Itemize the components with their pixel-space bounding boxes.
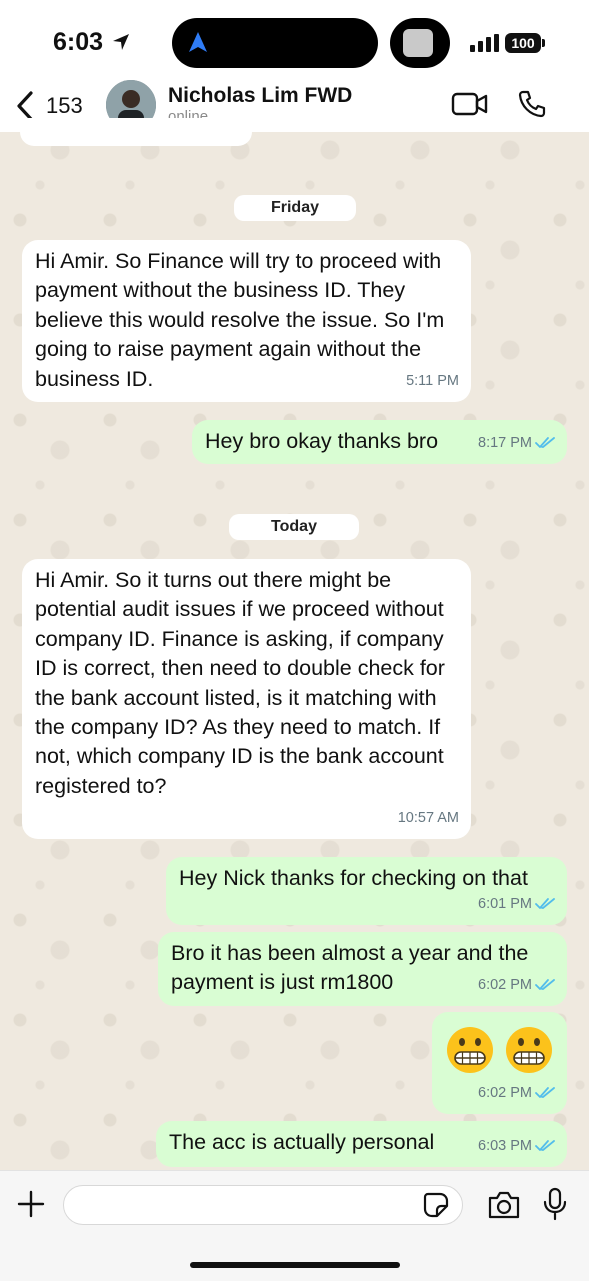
message-bubble-outgoing[interactable]: Hey Nick thanks for checking on that 6:0…	[166, 857, 567, 925]
message-bubble-outgoing[interactable]: Hey bro okay thanks bro 8:17 PM	[192, 420, 567, 464]
sticker-icon[interactable]	[423, 1192, 449, 1218]
grimacing-face-icon	[506, 1027, 552, 1073]
navigation-arrow-icon	[189, 32, 207, 52]
message-bubble-incoming[interactable]: Hi Amir. So Finance will try to proceed …	[22, 240, 471, 402]
message-time: 6:03 PM	[478, 1132, 555, 1161]
status-time: 6:03	[53, 28, 104, 56]
unread-count[interactable]: 153	[46, 93, 83, 119]
plus-icon[interactable]	[17, 1190, 45, 1218]
message-input[interactable]	[63, 1185, 463, 1225]
phone-call-icon[interactable]	[517, 89, 547, 119]
message-time: 10:57 AM	[397, 809, 459, 826]
contact-name[interactable]: Nicholas Lim FWD	[168, 84, 352, 108]
battery-icon: 100	[505, 33, 541, 53]
double-check-icon	[535, 1086, 555, 1098]
message-time: 8:17 PM	[478, 429, 555, 458]
grimacing-face-icon	[447, 1027, 493, 1073]
home-indicator	[190, 1262, 400, 1268]
double-check-icon	[535, 1139, 555, 1151]
message-time: 5:11 PM	[406, 372, 459, 389]
message-time: 6:02 PM	[478, 1079, 555, 1108]
double-check-icon	[535, 978, 555, 990]
previous-message-bubble	[20, 118, 252, 146]
message-bubble-incoming[interactable]: Hi Amir. So it turns out there might be …	[22, 559, 471, 839]
camera-icon[interactable]	[487, 1190, 521, 1220]
microphone-icon[interactable]	[543, 1187, 567, 1221]
message-bubble-outgoing[interactable]: The acc is actually personal 6:03 PM	[156, 1121, 567, 1167]
message-time: 6:01 PM	[478, 890, 555, 919]
double-check-icon	[535, 897, 555, 909]
battery-tip	[542, 39, 545, 47]
activity-thumbnail	[403, 29, 433, 57]
message-time: 6:02 PM	[478, 971, 555, 1000]
date-separator-today: Today	[229, 514, 359, 540]
video-call-icon[interactable]	[451, 91, 489, 117]
signal-icon	[470, 34, 499, 52]
message-bubble-outgoing-emoji[interactable]: 6:02 PM	[432, 1012, 567, 1114]
message-bubble-outgoing[interactable]: Bro it has been almost a year and the pa…	[158, 932, 567, 1006]
location-arrow-icon	[113, 34, 129, 50]
date-separator-friday: Friday	[234, 195, 356, 221]
message-text: Hi Amir. So Finance will try to proceed …	[35, 249, 445, 391]
message-text: Hi Amir. So it turns out there might be …	[35, 568, 445, 798]
double-check-icon	[535, 436, 555, 448]
